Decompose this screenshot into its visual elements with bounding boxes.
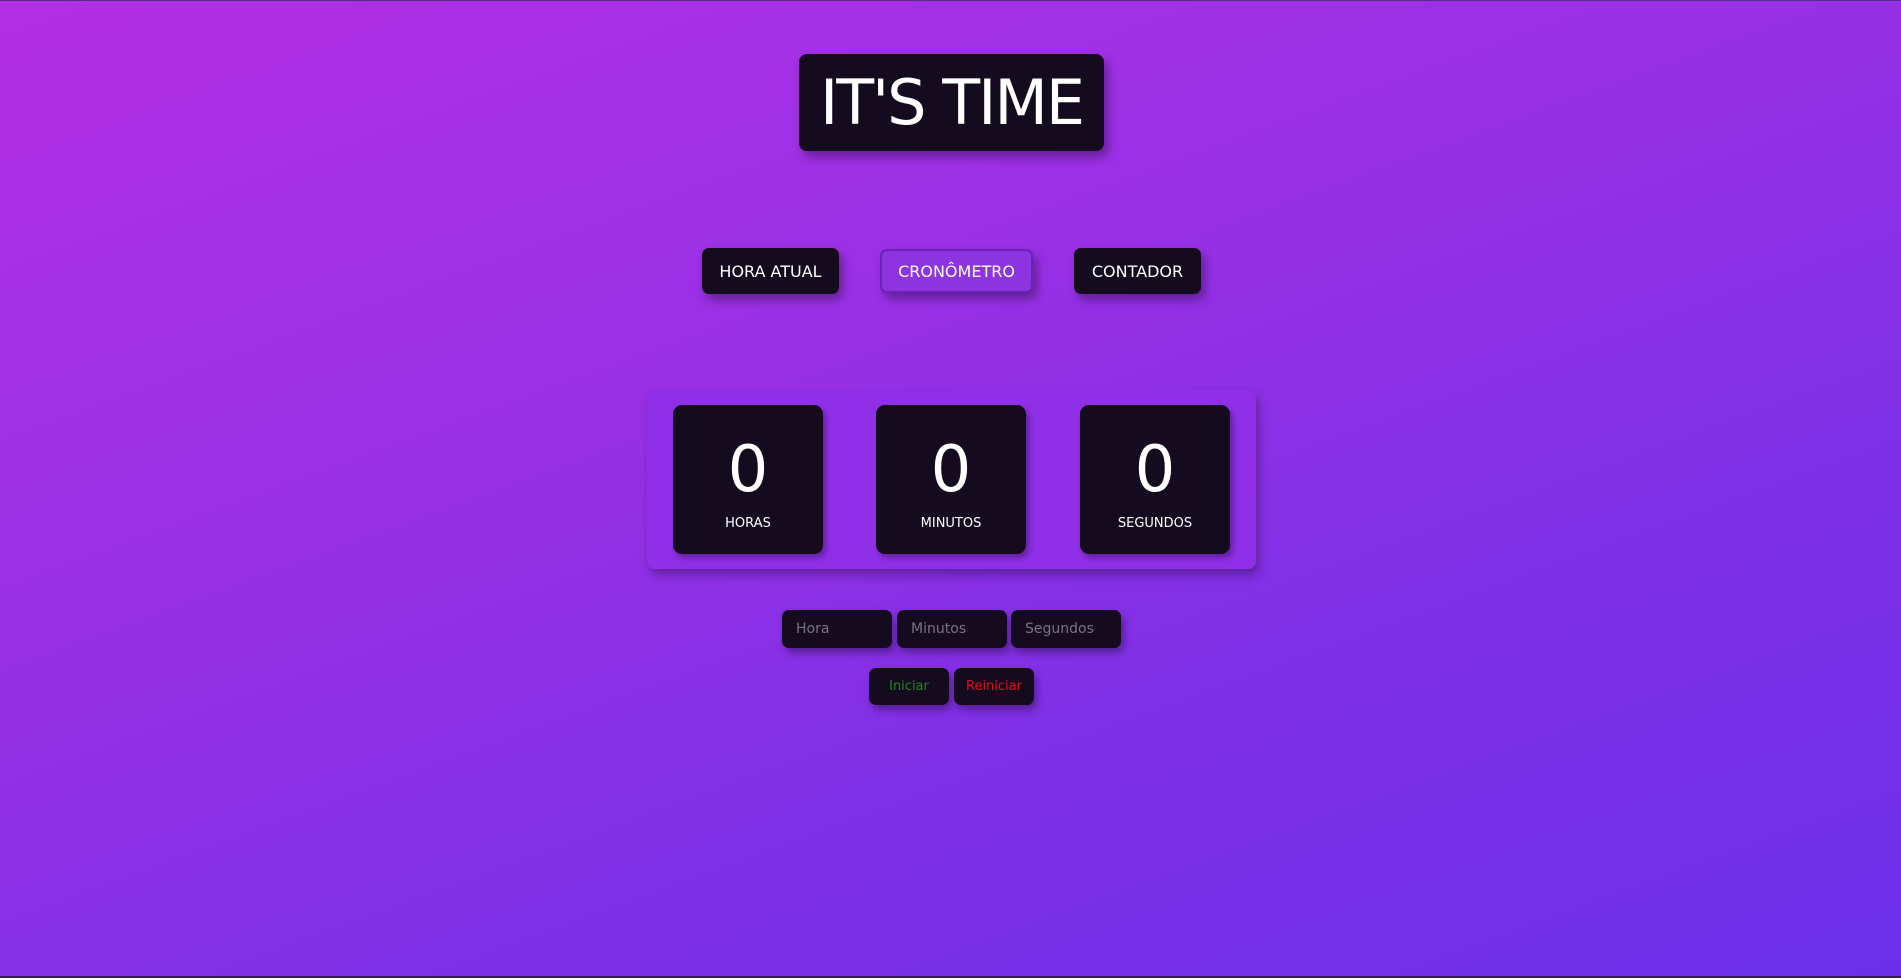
minutes-input[interactable] xyxy=(897,610,1007,648)
seconds-card: 0 SEGUNDOS xyxy=(1080,405,1230,554)
app-title-box: IT'S TIME xyxy=(799,54,1104,151)
minutes-label: MINUTOS xyxy=(920,516,982,531)
hours-card: 0 HORAS xyxy=(673,405,823,554)
hours-value: 0 xyxy=(727,433,769,507)
clock-panel: 0 HORAS 0 MINUTOS 0 SEGUNDOS xyxy=(647,390,1256,569)
app-title: IT'S TIME xyxy=(819,66,1085,139)
seconds-label: SEGUNDOS xyxy=(1117,516,1193,531)
seconds-input[interactable] xyxy=(1011,610,1121,648)
minutes-card: 0 MINUTOS xyxy=(876,405,1026,554)
start-button[interactable]: Iniciar xyxy=(869,668,949,705)
hour-input[interactable] xyxy=(782,610,892,648)
tab-cronometro[interactable]: CRONÔMETRO xyxy=(880,249,1033,293)
seconds-value: 0 xyxy=(1134,433,1176,507)
tab-contador[interactable]: CONTADOR xyxy=(1074,248,1201,294)
tab-hora-atual[interactable]: HORA ATUAL xyxy=(702,248,839,294)
reset-button[interactable]: Reiniciar xyxy=(954,668,1034,705)
hours-label: HORAS xyxy=(725,516,771,531)
minutes-value: 0 xyxy=(930,433,972,507)
